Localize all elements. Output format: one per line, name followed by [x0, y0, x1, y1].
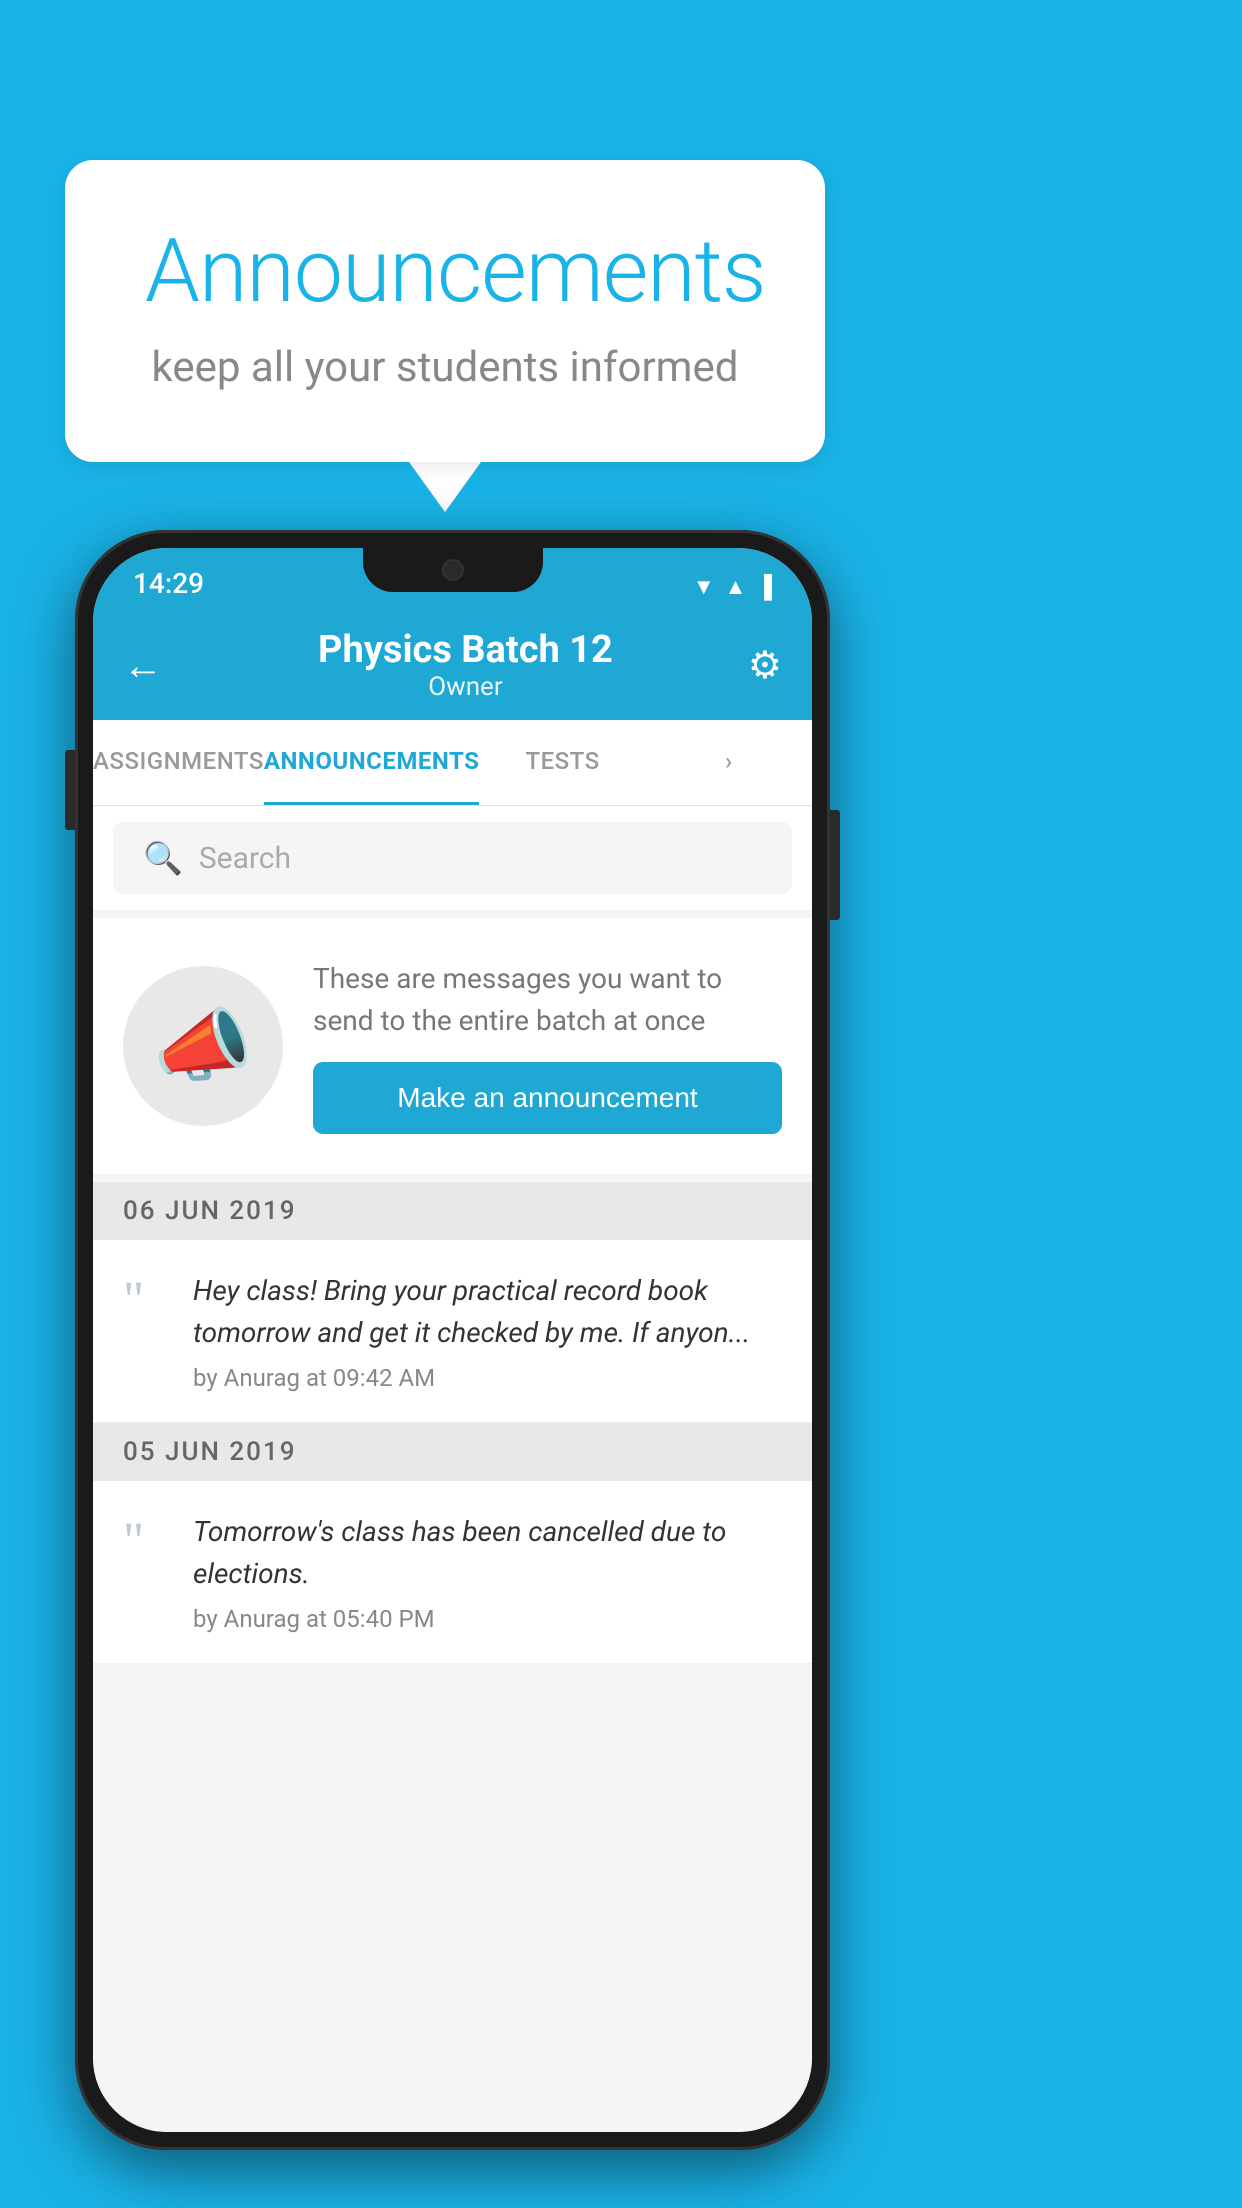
status-time: 14:29	[133, 567, 204, 600]
phone-power-button	[830, 810, 840, 920]
phone-notch	[363, 548, 543, 592]
quote-icon-1: "	[123, 1275, 173, 1327]
settings-icon[interactable]: ⚙	[748, 643, 782, 688]
battery-icon: ▐	[756, 574, 772, 600]
tab-tests[interactable]: TESTS	[479, 720, 645, 805]
megaphone-circle: 📣	[123, 966, 283, 1126]
app-bar-title-section: Physics Batch 12 Owner	[183, 628, 748, 702]
date-label-2: 05 JUN 2019	[123, 1437, 297, 1467]
date-divider-2: 05 JUN 2019	[93, 1423, 812, 1481]
phone-volume-button	[65, 750, 75, 830]
back-button[interactable]: ←	[123, 642, 163, 689]
announcement-text-1: Hey class! Bring your practical record b…	[193, 1270, 782, 1354]
announcement-author-2: by Anurag at 05:40 PM	[193, 1605, 782, 1633]
announcement-item-1[interactable]: " Hey class! Bring your practical record…	[93, 1240, 812, 1423]
quote-icon-2: "	[123, 1516, 173, 1568]
wifi-icon: ▼	[693, 574, 715, 600]
content-area: 🔍 Search 📣 These are messages you want t…	[93, 806, 812, 2132]
app-bar-subtitle: Owner	[183, 672, 748, 702]
speech-bubble-section: Announcements keep all your students inf…	[65, 160, 825, 512]
search-input[interactable]: Search	[199, 841, 291, 876]
announcement-content-2: Tomorrow's class has been cancelled due …	[193, 1511, 782, 1633]
speech-bubble-subtitle: keep all your students informed	[145, 343, 745, 392]
announcement-prompt: 📣 These are messages you want to send to…	[93, 918, 812, 1174]
signal-icon: ▲	[725, 574, 747, 600]
search-bar[interactable]: 🔍 Search	[113, 822, 792, 894]
tab-bar: ASSIGNMENTS ANNOUNCEMENTS TESTS ›	[93, 720, 812, 806]
phone-frame: 14:29 ▼ ▲ ▐ ← Physics Batch 12 Owner ⚙	[75, 530, 830, 2150]
speech-bubble-title: Announcements	[145, 220, 745, 323]
app-bar-title: Physics Batch 12	[183, 628, 748, 672]
tab-assignments[interactable]: ASSIGNMENTS	[93, 720, 264, 805]
prompt-right: These are messages you want to send to t…	[313, 958, 782, 1134]
date-label-1: 06 JUN 2019	[123, 1196, 297, 1226]
make-announcement-button[interactable]: Make an announcement	[313, 1062, 782, 1134]
status-icons: ▼ ▲ ▐	[693, 574, 772, 600]
date-divider-1: 06 JUN 2019	[93, 1182, 812, 1240]
speech-bubble-arrow	[409, 462, 481, 512]
search-container: 🔍 Search	[93, 806, 812, 910]
phone-mockup: 14:29 ▼ ▲ ▐ ← Physics Batch 12 Owner ⚙	[75, 530, 830, 2150]
speech-bubble-card: Announcements keep all your students inf…	[65, 160, 825, 462]
megaphone-icon: 📣	[153, 999, 253, 1093]
phone-screen: 14:29 ▼ ▲ ▐ ← Physics Batch 12 Owner ⚙	[93, 548, 812, 2132]
announcement-author-1: by Anurag at 09:42 AM	[193, 1364, 782, 1392]
prompt-description: These are messages you want to send to t…	[313, 958, 782, 1042]
announcement-text-2: Tomorrow's class has been cancelled due …	[193, 1511, 782, 1595]
announcement-item-2[interactable]: " Tomorrow's class has been cancelled du…	[93, 1481, 812, 1664]
tab-more[interactable]: ›	[646, 720, 812, 805]
app-bar: ← Physics Batch 12 Owner ⚙	[93, 610, 812, 720]
phone-camera	[442, 559, 464, 581]
search-icon: 🔍	[143, 839, 183, 877]
tab-announcements[interactable]: ANNOUNCEMENTS	[264, 720, 480, 805]
announcement-content-1: Hey class! Bring your practical record b…	[193, 1270, 782, 1392]
